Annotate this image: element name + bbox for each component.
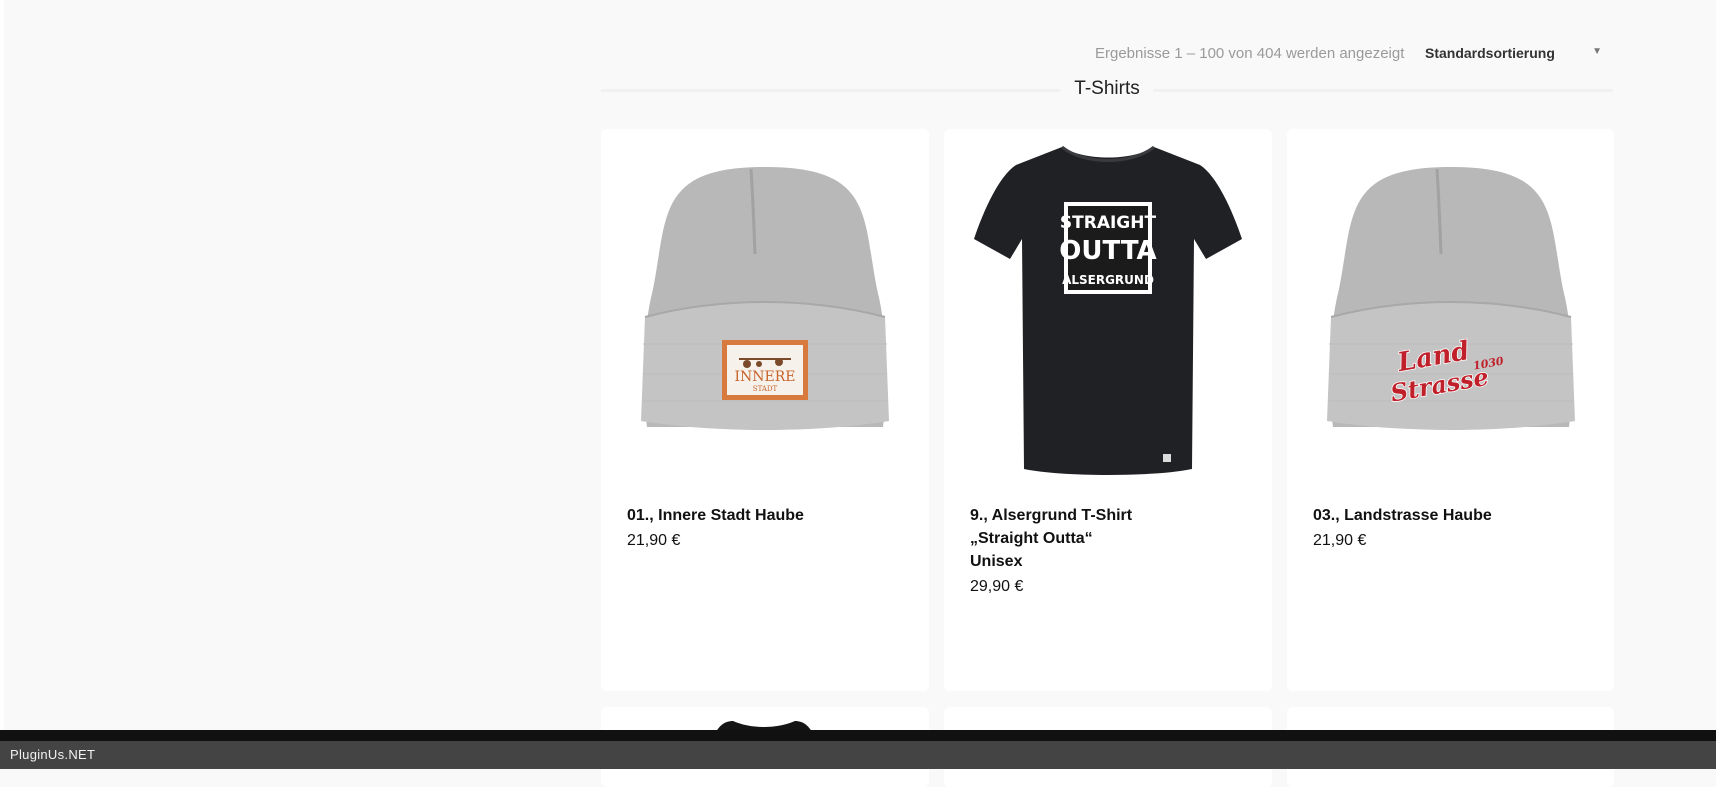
print-line3: ALSERGRUND [1062, 273, 1154, 287]
patch-line1: INNERE [734, 369, 795, 385]
patch-line2: STADT [753, 385, 778, 393]
product-title-line: Unisex [970, 553, 1023, 570]
product-price: 21,90 € [627, 532, 681, 549]
footer-divider [0, 730, 1716, 741]
grey-beanie-image: INNERE STADT [641, 167, 889, 430]
page-left-border [0, 0, 4, 730]
product-title-line: 9., Alsergrund T-Shirt [970, 507, 1133, 524]
print-line2: OUTTA [1059, 236, 1156, 266]
product-price: 21,90 € [1313, 532, 1367, 549]
product-title[interactable]: 9., Alsergrund T-Shirt „Straight Outta“ … [970, 504, 1160, 573]
product-title[interactable]: 01., Innere Stadt Haube [627, 504, 817, 527]
black-tshirt-image: STRAIGHT OUTTA ALSERGRUND [974, 145, 1242, 475]
product-image-black-tshirt[interactable]: STRAIGHT OUTTA ALSERGRUND [944, 129, 1272, 479]
product-image-grey-beanie[interactable]: INNERE STADT [601, 129, 929, 479]
product-price: 29,90 € [970, 578, 1024, 595]
orderby-selected-value: Standardsortierung [1425, 45, 1555, 61]
caret-down-icon: ▼ [1592, 46, 1602, 57]
orderby-select[interactable]: Standardsortierung ▼ [1425, 42, 1610, 66]
footer-bar: PluginUs.NET [0, 730, 1716, 769]
product-card: Land Strasse 1030 03., Landstrasse Haube… [1287, 129, 1614, 691]
print-line1: STRAIGHT [1060, 213, 1157, 233]
product-image-grey-beanie[interactable]: Land Strasse 1030 [1287, 129, 1614, 479]
product-card: STRAIGHT OUTTA ALSERGRUND 9., Alsergrund… [944, 129, 1272, 691]
product-card: INNERE STADT 01., Innere Stadt Haube 21,… [601, 129, 929, 691]
shop-toolbar: Ergebnisse 1 – 100 von 404 werden angeze… [1090, 40, 1610, 70]
result-count: Ergebnisse 1 – 100 von 404 werden angeze… [1095, 45, 1405, 62]
product-title-line: „Straight Outta“ [970, 530, 1093, 547]
product-title[interactable]: 03., Landstrasse Haube [1313, 504, 1503, 527]
grey-beanie-image: Land Strasse 1030 [1327, 167, 1575, 430]
section-title: T-Shirts [1060, 78, 1154, 100]
footer-label: PluginUs.NET [10, 747, 96, 762]
section-heading: T-Shirts [601, 78, 1613, 108]
